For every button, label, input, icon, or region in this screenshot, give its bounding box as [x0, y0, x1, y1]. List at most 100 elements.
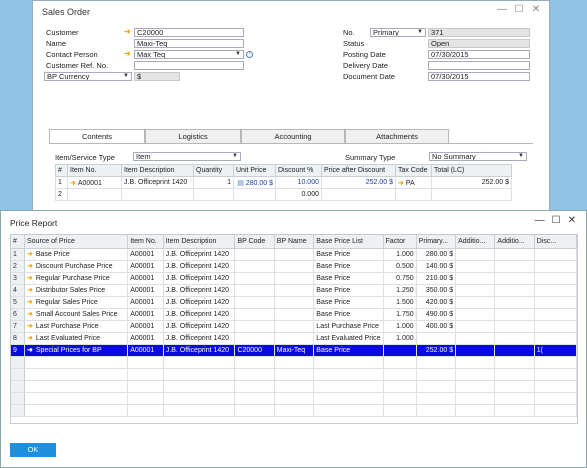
table-cell[interactable]	[416, 368, 457, 381]
table-cell[interactable]	[274, 248, 315, 261]
table-cell[interactable]: 1.250	[383, 284, 417, 297]
grid-header[interactable]: Tax Code	[395, 164, 432, 177]
delivery-date-field[interactable]	[428, 61, 530, 70]
table-cell[interactable]	[313, 380, 384, 393]
table-cell[interactable]	[274, 332, 315, 345]
table-cell[interactable]: 1.000	[383, 332, 417, 345]
table-cell[interactable]: Maxi-Teq	[274, 344, 315, 357]
column-header[interactable]: Additio...	[494, 235, 535, 249]
table-cell[interactable]	[313, 368, 384, 381]
link-arrow-icon[interactable]: ➜	[27, 287, 33, 294]
table-row[interactable]: 1 ➜ Base Price A00001 J.B. Officeprint 1420 B…	[11, 248, 577, 261]
table-row[interactable]: 9 ➜ Special Prices for BP A00001 J.B. Office…	[11, 344, 577, 357]
table-row[interactable]	[11, 368, 577, 381]
table-row[interactable]: 5 ➜ Regular Sales Price A00001 J.B. Officepr…	[11, 296, 577, 309]
table-cell[interactable]	[534, 296, 577, 309]
item-no-cell[interactable]	[67, 188, 122, 201]
table-cell[interactable]	[383, 356, 417, 369]
table-cell[interactable]	[163, 368, 236, 381]
table-row[interactable]	[11, 404, 577, 417]
price-after-discount-cell[interactable]	[321, 188, 396, 201]
table-cell[interactable]	[127, 392, 164, 405]
table-cell[interactable]: ➜ Special Prices for BP	[24, 344, 129, 357]
table-cell[interactable]	[24, 380, 129, 393]
link-arrow-icon[interactable]: ➜	[27, 347, 33, 354]
table-cell[interactable]	[416, 392, 457, 405]
table-cell[interactable]: 0.750	[383, 272, 417, 285]
link-arrow-icon[interactable]: ➜	[398, 180, 406, 187]
table-cell[interactable]: 1(	[534, 344, 577, 357]
maximize-icon[interactable]: ☐	[514, 4, 524, 15]
summary-type-select[interactable]: No Summary ▼	[429, 152, 527, 161]
contact-person-select[interactable]: Max Teq ▼	[134, 50, 244, 59]
tab-contents[interactable]: Contents	[49, 129, 145, 144]
unit-price-cell[interactable]	[233, 188, 276, 201]
table-row[interactable]	[11, 380, 577, 393]
quantity-cell[interactable]: 1	[193, 176, 234, 189]
column-header[interactable]: Additio...	[455, 235, 496, 249]
table-cell[interactable]: 350.00 $	[416, 284, 457, 297]
table-cell[interactable]: A00001	[127, 320, 164, 333]
table-cell[interactable]	[416, 380, 457, 393]
unit-price-cell[interactable]: ▤ 280.00 $	[233, 176, 276, 189]
table-cell[interactable]: J.B. Officeprint 1420	[163, 320, 236, 333]
table-cell[interactable]	[24, 404, 129, 417]
table-cell[interactable]: J.B. Officeprint 1420	[163, 272, 236, 285]
table-cell[interactable]	[383, 404, 417, 417]
link-arrow-icon[interactable]: ➜	[27, 323, 33, 330]
table-cell[interactable]	[455, 308, 496, 321]
table-cell[interactable]	[163, 392, 236, 405]
discount-cell[interactable]: 10.000	[275, 176, 322, 189]
table-cell[interactable]: 210.00 $	[416, 272, 457, 285]
table-cell[interactable]: Base Price	[313, 296, 384, 309]
minimize-icon[interactable]: —	[535, 215, 545, 226]
tax-code-cell[interactable]: ➜ PA	[395, 176, 432, 189]
table-cell[interactable]: Base Price	[313, 308, 384, 321]
ok-button[interactable]: OK	[10, 443, 56, 457]
column-header[interactable]: Disc...	[534, 235, 577, 249]
table-cell[interactable]	[274, 404, 315, 417]
currency-type-select[interactable]: BP Currency ▼	[44, 72, 132, 81]
table-cell[interactable]	[455, 380, 496, 393]
table-cell[interactable]	[494, 308, 535, 321]
table-cell[interactable]	[534, 284, 577, 297]
table-cell[interactable]: J.B. Officeprint 1420	[163, 344, 236, 357]
table-cell[interactable]	[534, 248, 577, 261]
link-arrow-icon[interactable]: ➜	[27, 251, 33, 258]
table-cell[interactable]	[494, 332, 535, 345]
table-cell[interactable]	[274, 320, 315, 333]
table-cell[interactable]	[494, 320, 535, 333]
item-no-cell[interactable]: ➜ A00001	[67, 176, 122, 189]
table-cell[interactable]	[455, 356, 496, 369]
close-icon[interactable]: ✕	[568, 215, 576, 226]
table-cell[interactable]: J.B. Officeprint 1420	[163, 284, 236, 297]
table-cell[interactable]: Base Price	[313, 248, 384, 261]
link-arrow-icon[interactable]: ➜	[27, 275, 33, 282]
table-cell[interactable]: ➜ Discount Purchase Price	[24, 260, 129, 273]
total-cell[interactable]: 252.00 $	[431, 176, 512, 189]
customer-link-arrow-icon[interactable]: ➜	[124, 27, 131, 36]
grid-header[interactable]: Item No.	[67, 164, 122, 177]
table-cell[interactable]	[455, 272, 496, 285]
table-cell[interactable]: ➜ Last Purchase Price	[24, 320, 129, 333]
table-cell[interactable]	[455, 392, 496, 405]
name-field[interactable]: Maxi-Teq	[134, 39, 244, 48]
table-cell[interactable]	[234, 320, 275, 333]
tax-code-cell[interactable]	[395, 188, 432, 201]
item-description-cell[interactable]	[121, 188, 194, 201]
table-cell[interactable]	[274, 284, 315, 297]
table-cell[interactable]	[455, 332, 496, 345]
table-cell[interactable]	[455, 404, 496, 417]
table-cell[interactable]: A00001	[127, 284, 164, 297]
grid-header[interactable]: Price after Discount	[321, 164, 396, 177]
table-cell[interactable]	[234, 392, 275, 405]
grid-header[interactable]: Unit Price	[233, 164, 276, 177]
table-cell[interactable]: 420.00 $	[416, 296, 457, 309]
posting-date-field[interactable]: 07/30/2015	[428, 50, 530, 59]
table-cell[interactable]: J.B. Officeprint 1420	[163, 260, 236, 273]
table-cell[interactable]	[494, 344, 535, 357]
table-row[interactable]	[11, 392, 577, 405]
table-cell[interactable]: A00001	[127, 260, 164, 273]
close-icon[interactable]: ✕	[531, 4, 541, 15]
table-cell[interactable]	[494, 404, 535, 417]
